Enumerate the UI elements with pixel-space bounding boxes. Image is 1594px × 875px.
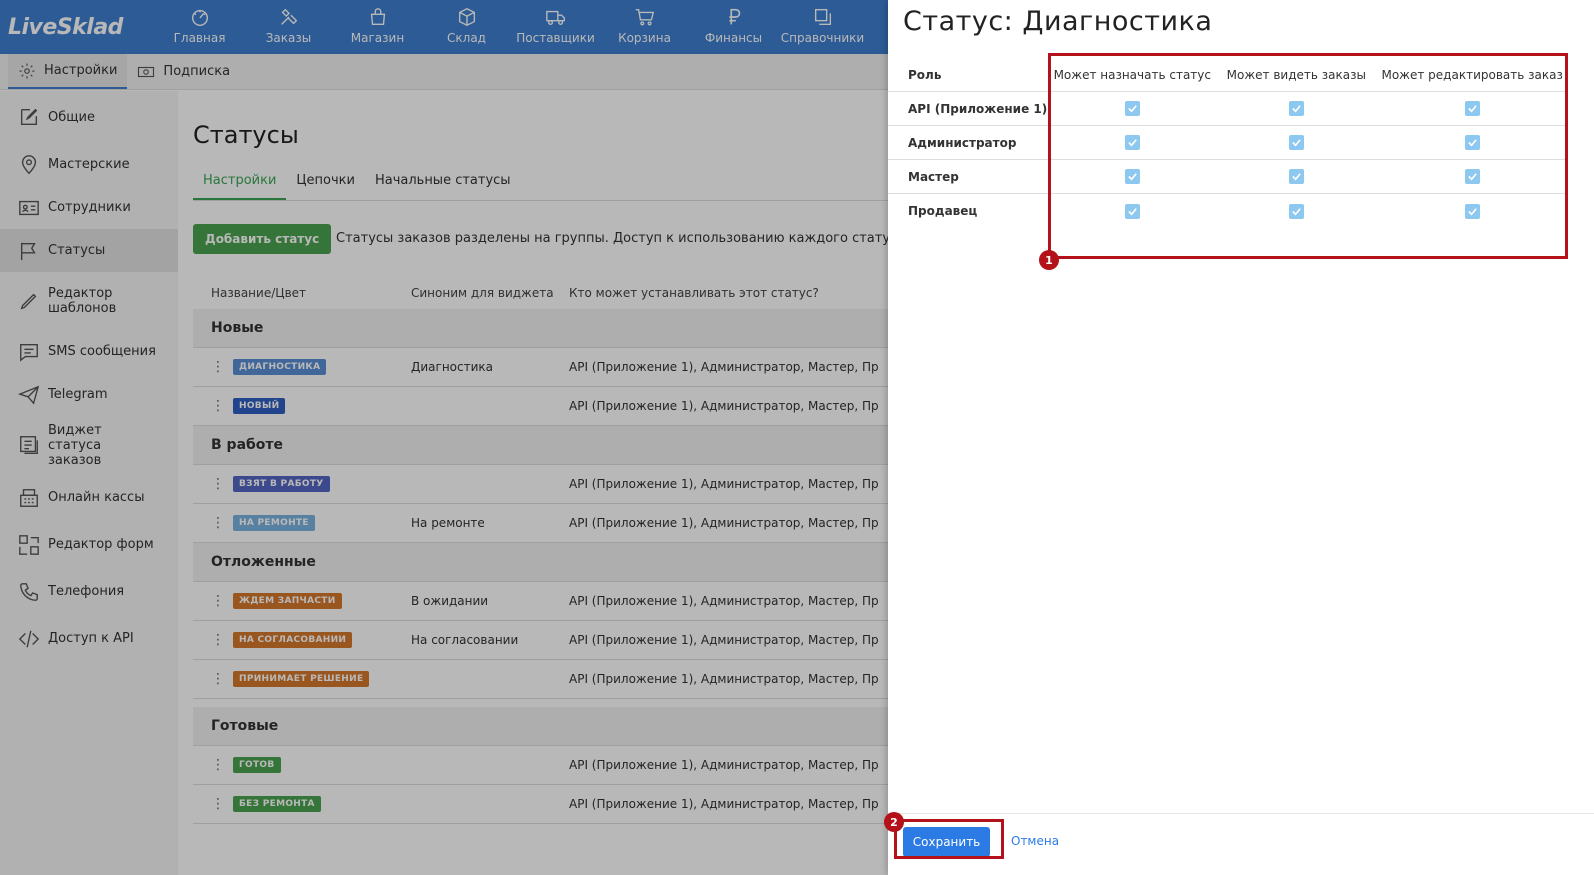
role-name: Мастер — [908, 169, 959, 184]
cancel-link[interactable]: Отмена — [1011, 834, 1059, 848]
panel-title: Статус: Диагностика — [903, 6, 1213, 37]
role-name: Администратор — [908, 135, 1017, 150]
role-name: Продавец — [908, 204, 978, 218]
role-name: API (Приложение 1) — [908, 101, 1048, 116]
annotation-marker: 2 — [884, 812, 904, 832]
column-header: Роль — [908, 67, 942, 82]
modal-backdrop[interactable] — [0, 0, 888, 875]
annotation-marker: 1 — [1039, 250, 1059, 270]
annotation-box-save — [894, 819, 1004, 859]
annotation-box-permissions — [1048, 53, 1568, 259]
